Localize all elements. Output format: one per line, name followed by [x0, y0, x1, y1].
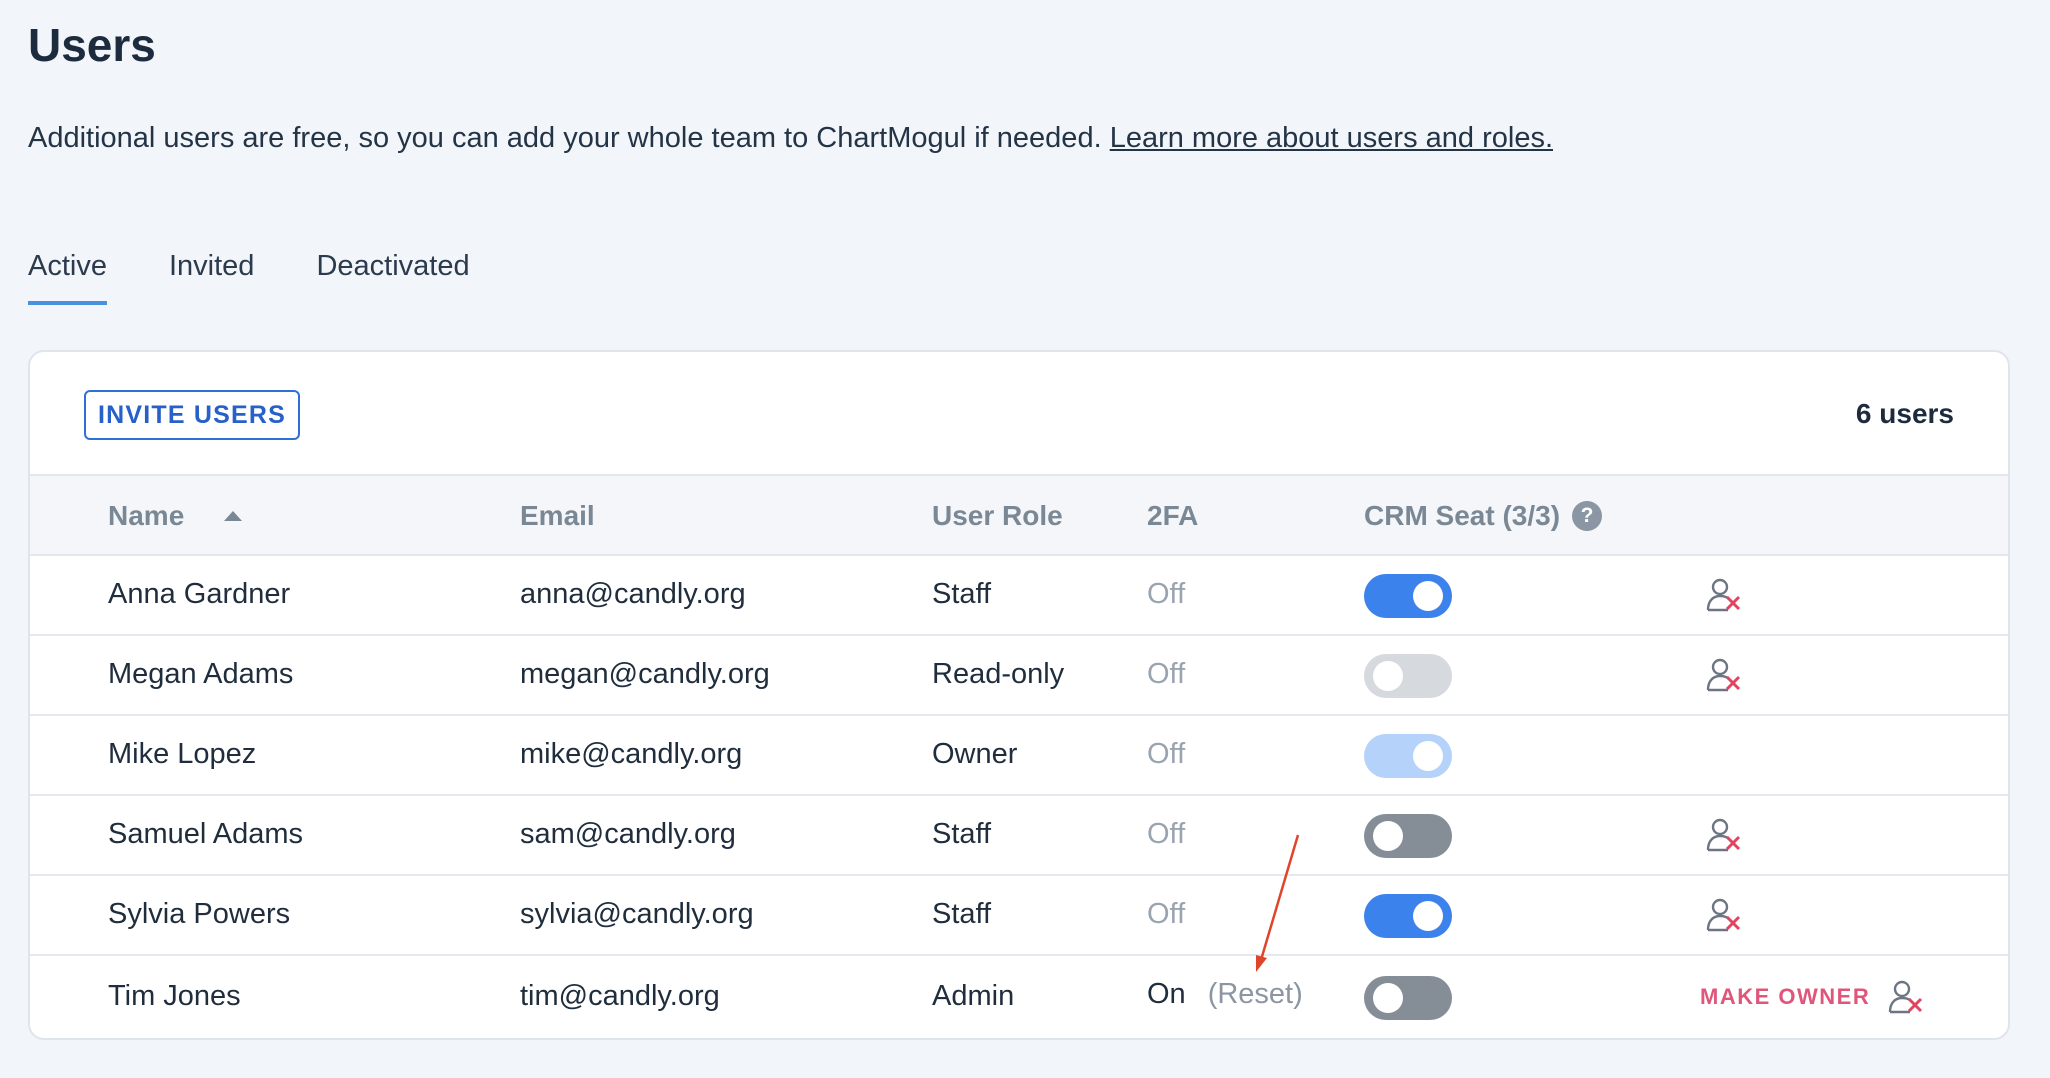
twofa-status: Off	[1147, 658, 1186, 690]
user-email: anna@candly.org	[520, 578, 746, 610]
remove-user-icon[interactable]	[1706, 656, 1742, 694]
crm-seat-toggle[interactable]	[1364, 814, 1452, 858]
twofa-status: On	[1147, 978, 1186, 1010]
tab-invited[interactable]: Invited	[169, 250, 254, 305]
user-role: Staff	[932, 818, 992, 850]
header-crm-seat-label: CRM Seat (3/3)	[1364, 500, 1561, 531]
table-row: Sylvia Powers sylvia@candly.org Staff Of…	[30, 876, 2008, 956]
twofa-status: Off	[1147, 898, 1186, 930]
table-row: Mike Lopez mike@candly.org Owner Off	[30, 716, 2008, 796]
remove-user-icon[interactable]	[1706, 576, 1742, 614]
crm-seat-toggle[interactable]	[1364, 574, 1452, 618]
twofa-reset-link[interactable]: (Reset)	[1208, 978, 1303, 1010]
crm-seat-toggle[interactable]	[1364, 976, 1452, 1020]
toggle-knob	[1373, 661, 1403, 691]
user-role: Admin	[932, 980, 1015, 1012]
remove-user-icon[interactable]	[1888, 978, 1924, 1016]
users-page: Users Additional users are free, so you …	[0, 0, 2050, 1078]
remove-user-icon[interactable]	[1706, 816, 1742, 854]
user-name: Tim Jones	[108, 980, 241, 1012]
tab-active[interactable]: Active	[28, 250, 107, 305]
user-email: sam@candly.org	[520, 818, 736, 850]
user-email: sylvia@candly.org	[520, 898, 754, 930]
table-row: Tim Jones tim@candly.org Admin On (Reset)…	[30, 956, 2008, 1038]
header-crm-seat: CRM Seat (3/3) ?	[1364, 500, 1603, 532]
crm-seat-toggle[interactable]	[1364, 654, 1452, 698]
user-role: Staff	[932, 898, 992, 930]
page-title: Users	[28, 19, 156, 71]
twofa-status: Off	[1147, 818, 1186, 850]
help-icon[interactable]: ?	[1572, 501, 1603, 531]
card-toolbar: INVITE USERS 6 users	[30, 352, 2008, 476]
twofa-status: Off	[1147, 578, 1186, 610]
learn-more-link[interactable]: Learn more about users and roles.	[1110, 122, 1553, 154]
user-role: Staff	[932, 578, 992, 610]
users-card: INVITE USERS 6 users Name Email User Rol…	[28, 350, 2010, 1040]
page-description: Additional users are free, so you can ad…	[28, 122, 1553, 155]
toggle-knob	[1413, 741, 1443, 771]
header-email: Email	[520, 500, 595, 531]
user-name: Sylvia Powers	[108, 898, 291, 930]
user-name: Megan Adams	[108, 658, 294, 690]
crm-seat-toggle	[1364, 734, 1452, 778]
user-role: Owner	[932, 738, 1018, 770]
table-row: Anna Gardner anna@candly.org Staff Off	[30, 556, 2008, 636]
user-name: Samuel Adams	[108, 818, 304, 850]
user-name: Anna Gardner	[108, 578, 291, 610]
user-name: Mike Lopez	[108, 738, 257, 770]
tab-deactivated[interactable]: Deactivated	[316, 250, 469, 305]
user-email: tim@candly.org	[520, 980, 720, 1012]
user-role: Read-only	[932, 658, 1065, 690]
toggle-knob	[1373, 821, 1403, 851]
crm-seat-toggle[interactable]	[1364, 894, 1452, 938]
header-user-role: User Role	[932, 500, 1063, 531]
user-tabs: Active Invited Deactivated	[28, 250, 470, 305]
make-owner-button[interactable]: MAKE OWNER	[1700, 984, 1870, 1010]
header-name[interactable]: Name	[108, 500, 243, 532]
header-name-label: Name	[108, 500, 185, 531]
user-count: 6 users	[1855, 398, 1954, 429]
header-2fa: 2FA	[1147, 500, 1199, 531]
toggle-knob	[1413, 901, 1443, 931]
user-email: megan@candly.org	[520, 658, 770, 690]
table-row: Megan Adams megan@candly.org Read-only O…	[30, 636, 2008, 716]
description-text: Additional users are free, so you can ad…	[28, 122, 1110, 154]
toggle-knob	[1373, 983, 1403, 1013]
twofa-status: Off	[1147, 738, 1186, 770]
sort-ascending-icon[interactable]	[224, 511, 243, 521]
table-row: Samuel Adams sam@candly.org Staff Off	[30, 796, 2008, 876]
toggle-knob	[1413, 581, 1443, 611]
invite-users-button[interactable]: INVITE USERS	[84, 390, 301, 440]
remove-user-icon[interactable]	[1706, 896, 1742, 934]
user-email: mike@candly.org	[520, 738, 743, 770]
twofa-cell: On (Reset)	[1147, 978, 1303, 1011]
table-header: Name Email User Role 2FA CRM Seat (3/3) …	[30, 476, 2008, 556]
